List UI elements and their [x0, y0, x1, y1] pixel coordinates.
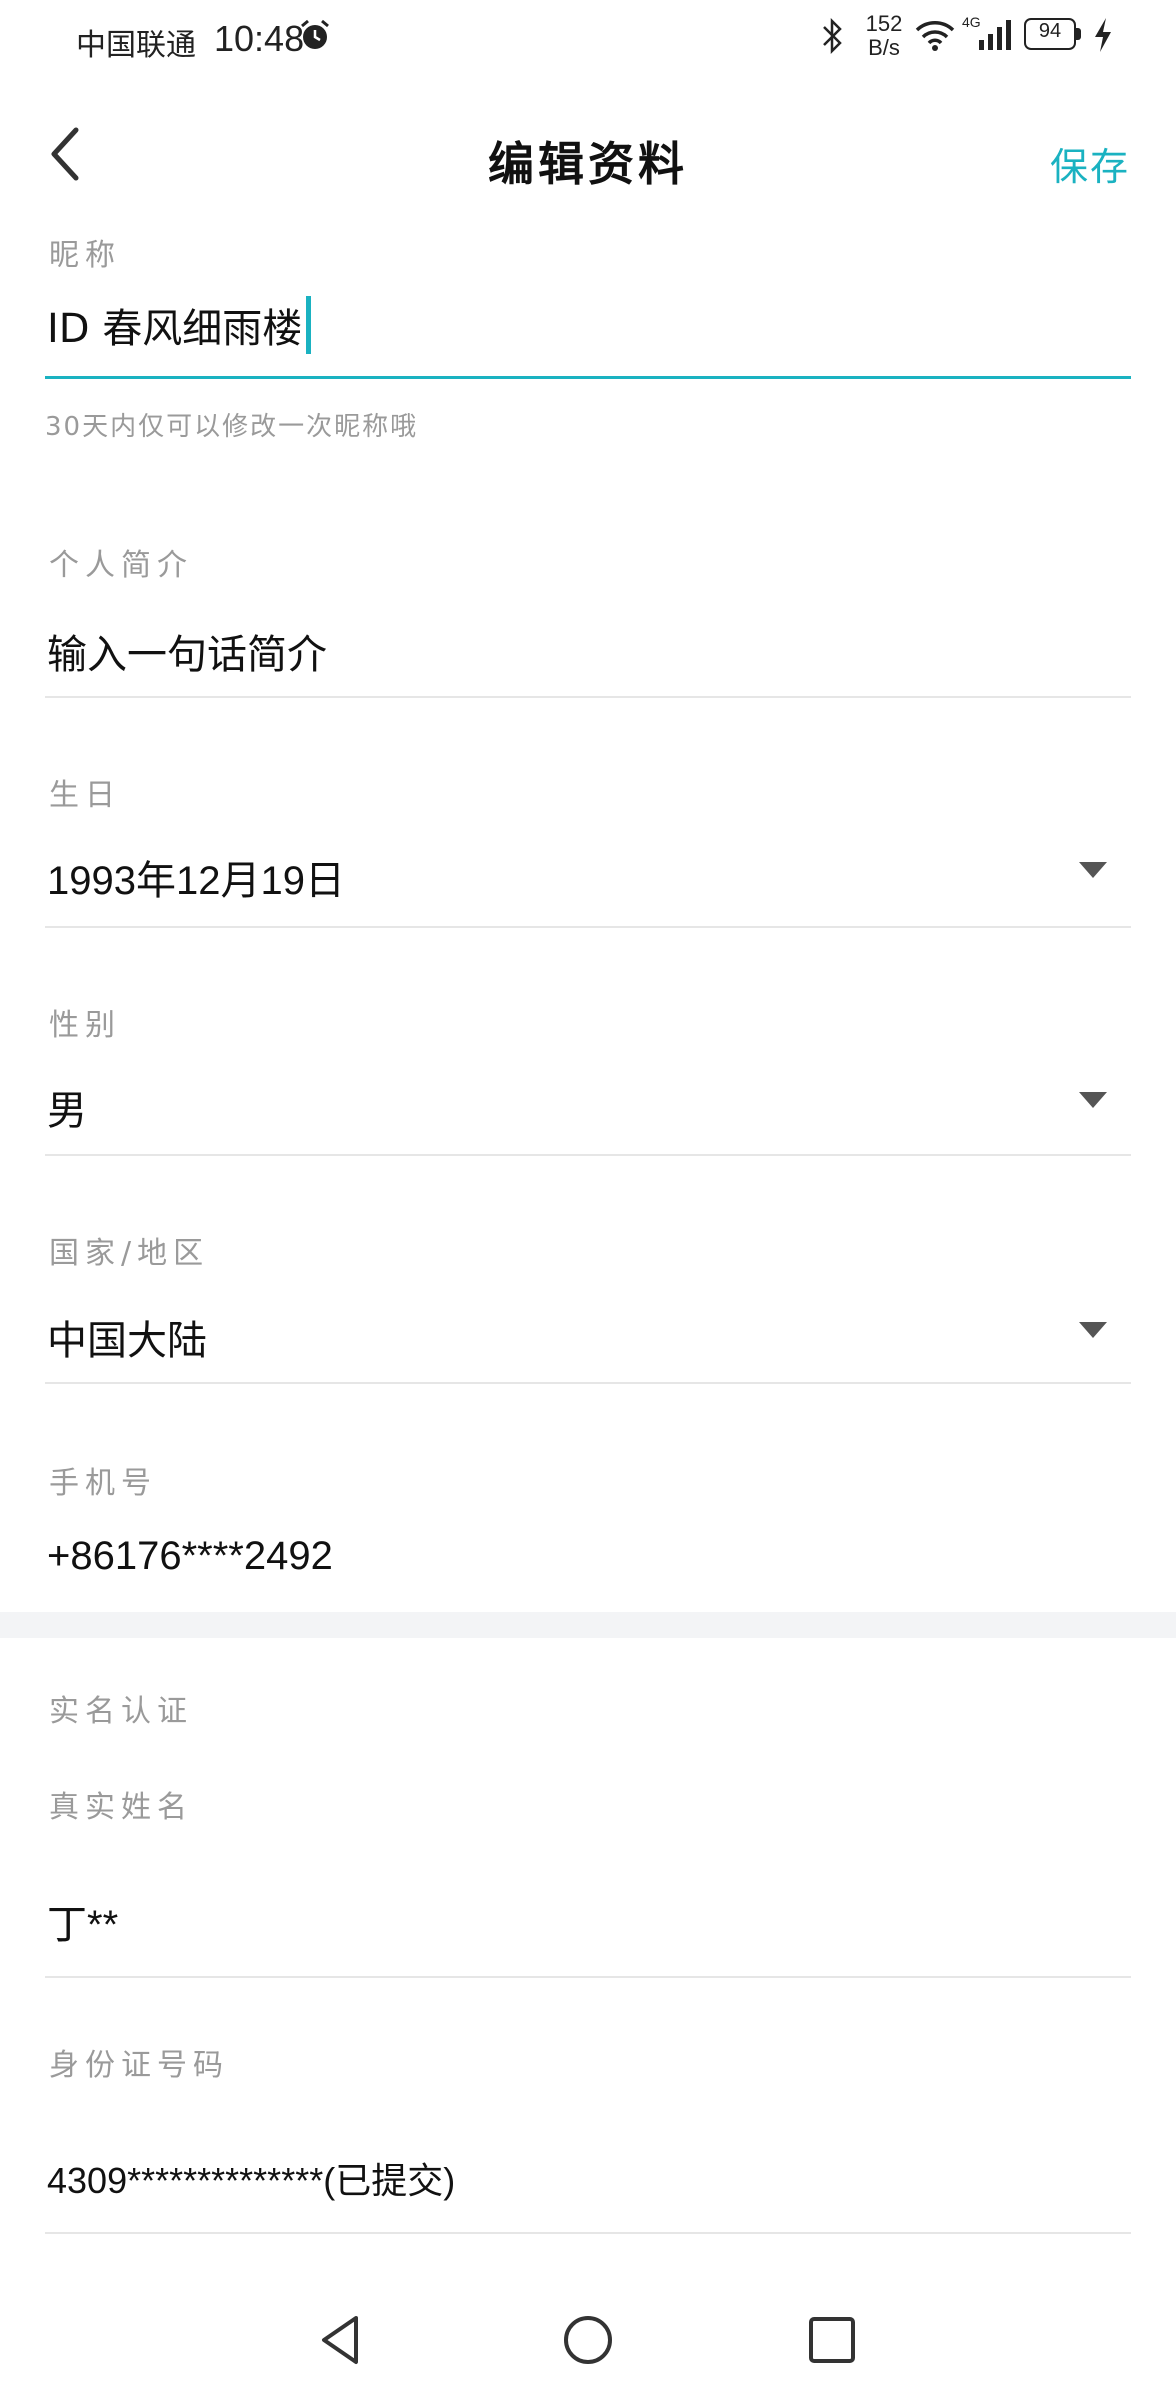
id-number-value: 4309**************(已提交)	[47, 2160, 456, 2201]
triangle-back-icon[interactable]	[312, 2310, 372, 2370]
battery-level: 94	[1038, 20, 1062, 42]
text-cursor	[306, 296, 312, 354]
nickname-input[interactable]: ID 春风细雨楼	[47, 296, 312, 354]
id-number-label: 身份证号码	[49, 2048, 229, 2083]
birthday-label: 生日	[49, 778, 121, 813]
verification-section-title: 实名认证	[49, 1694, 193, 1729]
real-name-value: 丁**	[47, 1903, 119, 1947]
page-title: 编辑资料	[488, 137, 688, 191]
nickname-field[interactable]: 昵称 ID 春风细雨楼	[45, 226, 1131, 380]
bio-underline	[45, 696, 1131, 698]
signal-icon	[979, 20, 1011, 50]
triangle-down-icon[interactable]	[1077, 1090, 1109, 1110]
clock-time: 10:48	[214, 18, 305, 59]
nickname-underline	[45, 376, 1131, 379]
phone-value: +86176****2492	[47, 1534, 333, 1578]
network-speed: 152 B/s	[862, 12, 906, 60]
header-bar: 编辑资料 保存	[0, 76, 1176, 236]
triangle-down-icon[interactable]	[1077, 1320, 1109, 1340]
charging-icon	[1095, 18, 1111, 52]
carrier-name: 中国联通	[76, 28, 196, 63]
network-speed-unit: B/s	[868, 35, 900, 60]
section-divider	[0, 1612, 1176, 1638]
birthday-value[interactable]: 1993年12月19日	[47, 848, 345, 906]
region-underline	[45, 1382, 1131, 1384]
real-name-label: 真实姓名	[49, 1790, 193, 1825]
triangle-down-icon[interactable]	[1077, 860, 1109, 880]
status-bar: 中国联通 10:48 152 B/s 4G 94	[0, 0, 1176, 76]
alarm-icon	[301, 19, 329, 49]
id-number-field: 身份证号码 4309**************(已提交)	[45, 2028, 1131, 2236]
gender-underline	[45, 1154, 1131, 1156]
network-speed-value: 152	[865, 11, 903, 36]
nickname-value: ID 春风细雨楼	[47, 306, 303, 352]
phone-label: 手机号	[49, 1466, 157, 1501]
phone-field: 手机号 +86176****2492	[45, 1440, 1131, 1616]
save-button[interactable]: 保存	[1050, 136, 1130, 191]
gender-label: 性别	[49, 1008, 121, 1043]
gender-value[interactable]: 男	[47, 1078, 87, 1136]
bio-placeholder[interactable]: 输入一句话简介	[47, 622, 327, 680]
region-value[interactable]: 中国大陆	[47, 1308, 207, 1366]
region-field[interactable]: 国家/地区 中国大陆	[45, 1210, 1131, 1386]
nickname-hint: 30天内仅可以修改一次昵称哦	[45, 412, 419, 442]
gender-field[interactable]: 性别 男	[45, 982, 1131, 1158]
region-label: 国家/地区	[49, 1236, 210, 1271]
bluetooth-icon	[823, 17, 842, 55]
bio-label: 个人简介	[49, 548, 193, 583]
circle-home-icon[interactable]	[558, 2310, 618, 2370]
square-recent-icon[interactable]	[802, 2310, 862, 2370]
edit-profile-screen: 中国联通 10:48 152 B/s 4G 94 编辑资料 保存 昵称 ID 春…	[0, 0, 1176, 2400]
bio-field[interactable]: 个人简介 输入一句话简介	[45, 520, 1131, 700]
wifi-icon	[915, 21, 955, 51]
real-name-field: 真实姓名 丁**	[45, 1770, 1131, 1980]
birthday-field[interactable]: 生日 1993年12月19日	[45, 752, 1131, 928]
system-navigation-bar	[0, 2280, 1176, 2400]
id-number-underline	[45, 2232, 1131, 2234]
battery-icon: 94	[1024, 18, 1082, 52]
real-name-underline	[45, 1976, 1131, 1978]
birthday-underline	[45, 926, 1131, 928]
nickname-label: 昵称	[49, 238, 121, 273]
